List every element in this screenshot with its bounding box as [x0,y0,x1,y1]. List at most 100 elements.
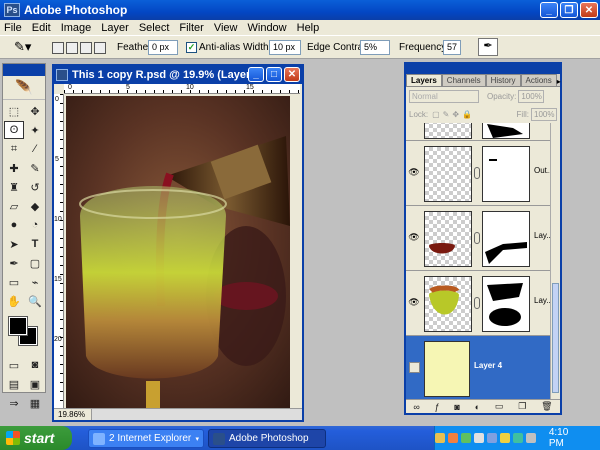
chain-link-icon[interactable] [474,232,480,244]
brush-tool-icon[interactable]: ✎ [25,159,45,177]
doc-maximize-button[interactable]: □ [266,67,282,82]
layer-row-selected[interactable]: Layer 4 [406,336,552,401]
subtract-selection-icon[interactable] [80,42,92,54]
layer-row[interactable] [406,123,552,141]
clone-stamp-icon[interactable]: ♜ [4,178,24,196]
toolbox-header[interactable] [3,64,45,76]
blur-tool-icon[interactable]: ● [4,216,24,234]
antialias-checkbox[interactable]: ✓ [186,42,197,53]
standard-mode-icon[interactable]: ▭ [4,356,24,374]
magnetic-lasso-tool-icon[interactable]: ✎▾ [14,39,31,55]
eye-icon[interactable]: 👁 [408,232,420,244]
quickmask-mode-icon[interactable]: ◙ [25,356,45,374]
menu-file[interactable]: File [0,22,28,34]
tray-icon[interactable] [460,433,471,443]
menu-select[interactable]: Select [135,22,176,34]
intersect-selection-icon[interactable] [94,42,106,54]
tray-icon[interactable] [512,433,523,443]
tray-icon[interactable] [434,433,445,443]
add-selection-icon[interactable] [66,42,78,54]
eraser-tool-icon[interactable]: ▱ [4,197,24,215]
magic-wand-tool-icon[interactable]: ✦ [25,121,45,139]
foreground-color-swatch[interactable] [8,316,28,336]
layer-style-icon[interactable]: ƒ [435,402,440,412]
jump-to-imageready-icon[interactable]: ⇒ [4,394,24,412]
crop-tool-icon[interactable]: ⌗ [4,140,24,158]
notes-tool-icon[interactable]: ▭ [4,273,24,291]
chain-link-icon[interactable] [474,297,480,309]
zoom-tool-icon[interactable]: 🔍 [25,292,45,310]
zoom-level[interactable]: 19.86% [58,409,85,420]
taskbar-item-photoshop[interactable]: Adobe Photoshop [208,429,326,448]
new-group-icon[interactable]: ▭ [495,401,504,412]
clock[interactable]: 4:10 PM [549,427,586,449]
tray-icon[interactable] [525,433,536,443]
doc-close-button[interactable]: ✕ [284,67,300,82]
feather-logo-icon[interactable]: 🪶 [3,76,45,100]
close-button[interactable]: ✕ [580,2,598,18]
chain-link-icon[interactable] [474,167,480,179]
edge-contrast-input[interactable]: 5% [360,40,390,55]
eye-icon[interactable]: 👁 [408,167,420,179]
eye-icon[interactable]: 👁 [408,297,420,309]
horizontal-scrollbar[interactable] [91,409,302,420]
screen-mode-standard-icon[interactable]: ▤ [4,375,24,393]
path-select-icon[interactable]: ➤ [4,235,24,253]
paint-bucket-icon[interactable]: ◆ [25,197,45,215]
menu-layer[interactable]: Layer [97,22,135,34]
tab-layers[interactable]: Layers [406,74,442,86]
layer-name[interactable]: Layer 4 [474,361,502,370]
lock-icons[interactable]: ▢✎✥🔒 [432,110,475,119]
scrollbar-thumb[interactable] [552,283,559,393]
link-layers-icon[interactable]: ∞ [413,402,419,412]
document-titlebar[interactable]: This 1 copy R.psd @ 19.9% (Layer ... _ □… [54,66,302,84]
shape-tool-icon[interactable]: ▢ [25,254,45,272]
layer-row[interactable]: 👁 Out... [406,141,552,206]
move-tool-icon[interactable]: ✥ [25,102,45,120]
new-layer-icon[interactable]: ❐ [518,401,526,412]
slice-tool-icon[interactable]: ⁄ [25,140,45,158]
tray-icon[interactable] [499,433,510,443]
tray-icon[interactable] [447,433,458,443]
opacity-input[interactable]: 100% [518,89,545,103]
pen-tool-icon[interactable]: ✒ [4,254,24,272]
layer-row[interactable]: 👁 Lay... [406,206,552,271]
menu-window[interactable]: Window [244,22,293,34]
layers-scrollbar[interactable] [550,123,560,403]
width-input[interactable]: 10 px [269,40,301,55]
image-canvas[interactable] [66,96,290,408]
tab-actions[interactable]: Actions [520,74,557,86]
hand-tool-icon[interactable]: ✋ [4,292,24,310]
lasso-tool-icon[interactable]: ʘ [4,121,24,139]
healing-brush-icon[interactable]: ✚ [4,159,24,177]
visibility-toggle[interactable] [409,362,420,373]
menu-edit[interactable]: Edit [28,22,57,34]
screen-mode-full-icon[interactable]: ▣ [25,375,45,393]
frequency-input[interactable]: 57 [443,40,461,55]
layer-row[interactable]: 👁 Lay... [406,271,552,336]
menu-view[interactable]: View [210,22,244,34]
fill-input[interactable]: 100% [531,107,557,121]
add-mask-icon[interactable]: ◙ [454,402,459,412]
dodge-tool-icon[interactable]: ◔ [25,216,45,234]
layers-palette-header[interactable] [406,64,560,74]
tray-icon[interactable] [486,433,497,443]
type-tool-icon[interactable]: T [25,235,45,253]
menu-image[interactable]: Image [57,22,98,34]
delete-layer-icon[interactable]: 🗑 [541,401,552,412]
tab-history[interactable]: History [485,74,521,86]
tray-icon[interactable] [473,433,484,443]
tab-channels[interactable]: Channels [441,74,486,86]
new-selection-icon[interactable] [52,42,64,54]
marquee-tool-icon[interactable]: ⬚ [4,102,24,120]
menu-help[interactable]: Help [293,22,326,34]
minimize-button[interactable]: _ [540,2,558,18]
feather-input[interactable]: 0 px [148,40,178,55]
adjustment-layer-icon[interactable]: ◐ [475,402,480,412]
maximize-button[interactable]: ❐ [560,2,578,18]
palette-menu-icon[interactable]: ▸ [557,77,561,86]
blend-mode-select[interactable]: Normal [409,89,479,103]
pen-pressure-icon[interactable]: ✒ [478,38,498,56]
imageready-icon[interactable]: ▦ [25,394,45,412]
doc-minimize-button[interactable]: _ [248,67,264,82]
